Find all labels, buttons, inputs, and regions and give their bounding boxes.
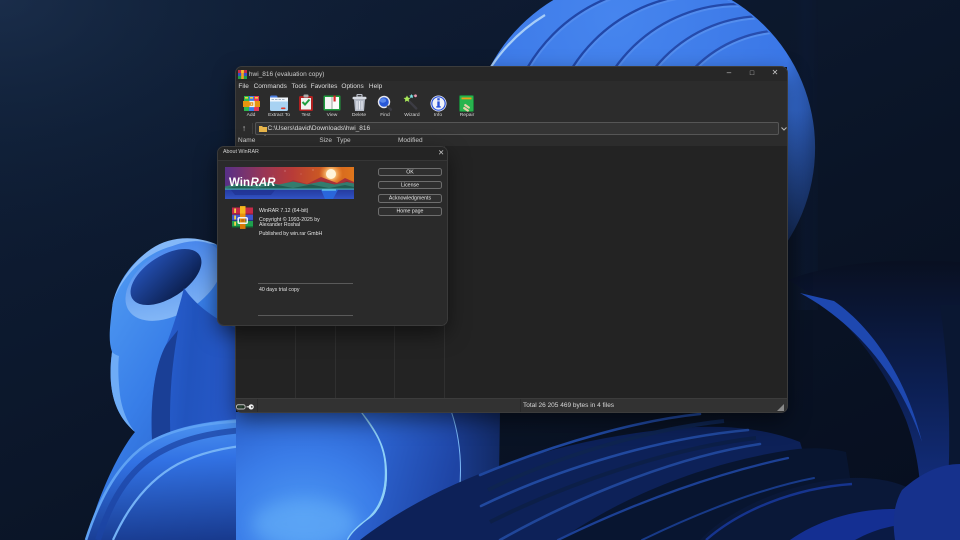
svg-text:Win: Win xyxy=(229,177,250,189)
svg-text:RAR: RAR xyxy=(251,177,277,189)
